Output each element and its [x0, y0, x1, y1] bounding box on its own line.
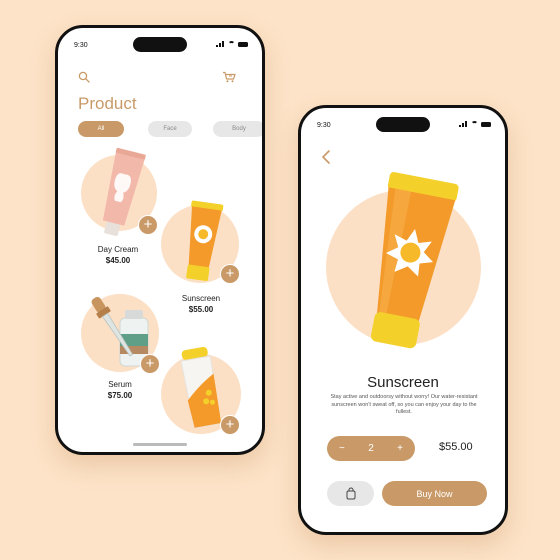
tab-all[interactable]: All	[78, 121, 124, 137]
quantity-value: 2	[368, 443, 374, 454]
product-price: $45.00	[105, 256, 131, 265]
decrease-quantity-button[interactable]: −	[339, 443, 345, 454]
product-price: $75.00	[107, 391, 133, 400]
product-price: $55.00	[439, 441, 473, 453]
increase-quantity-button[interactable]: +	[397, 443, 403, 454]
add-to-cart-button[interactable]: +	[220, 415, 240, 435]
battery-icon	[238, 41, 248, 47]
dynamic-island	[376, 117, 430, 132]
home-indicator	[133, 443, 187, 446]
tab-face[interactable]: Face	[148, 121, 192, 137]
sunscreen-tube-image	[186, 200, 224, 282]
shopping-bag-icon	[346, 487, 355, 500]
signal-icon	[459, 121, 468, 127]
product-list-screen: 9:30 Product All Face Body + Day Cream $…	[55, 25, 265, 455]
page-title: Product	[78, 94, 137, 113]
tab-body[interactable]: Body	[213, 121, 262, 137]
chevron-left-icon[interactable]	[321, 150, 331, 169]
battery-icon	[481, 121, 491, 127]
buy-now-button[interactable]: Buy Now	[382, 481, 487, 506]
wifi-icon	[471, 121, 478, 127]
product-description: Stay active and outdoorsy without worry!…	[330, 394, 478, 415]
product-name: Serum	[108, 380, 132, 389]
product-name: Day Cream	[97, 245, 139, 254]
wifi-icon	[228, 41, 235, 47]
product-price: $55.00	[188, 305, 214, 314]
product-name: Sunscreen	[181, 294, 221, 303]
lotion-bottle-image	[180, 346, 222, 429]
add-to-cart-button[interactable]: +	[138, 215, 158, 235]
dynamic-island	[133, 37, 187, 52]
quantity-stepper: − 2 +	[327, 436, 415, 461]
add-to-bag-button[interactable]	[327, 481, 374, 506]
product-title: Sunscreen	[367, 374, 439, 391]
add-to-cart-button[interactable]: +	[140, 354, 160, 374]
cart-icon[interactable]	[222, 70, 236, 88]
status-time: 9:30	[74, 42, 88, 49]
product-detail-screen: 9:30 Sunscreen Stay active and outdoorsy…	[298, 105, 508, 535]
signal-icon	[216, 41, 225, 47]
status-icons	[216, 41, 248, 47]
status-time: 9:30	[317, 122, 331, 129]
sunscreen-hero-image	[370, 172, 459, 349]
status-icons	[459, 121, 491, 127]
add-to-cart-button[interactable]: +	[220, 264, 240, 284]
search-icon[interactable]	[78, 70, 90, 88]
